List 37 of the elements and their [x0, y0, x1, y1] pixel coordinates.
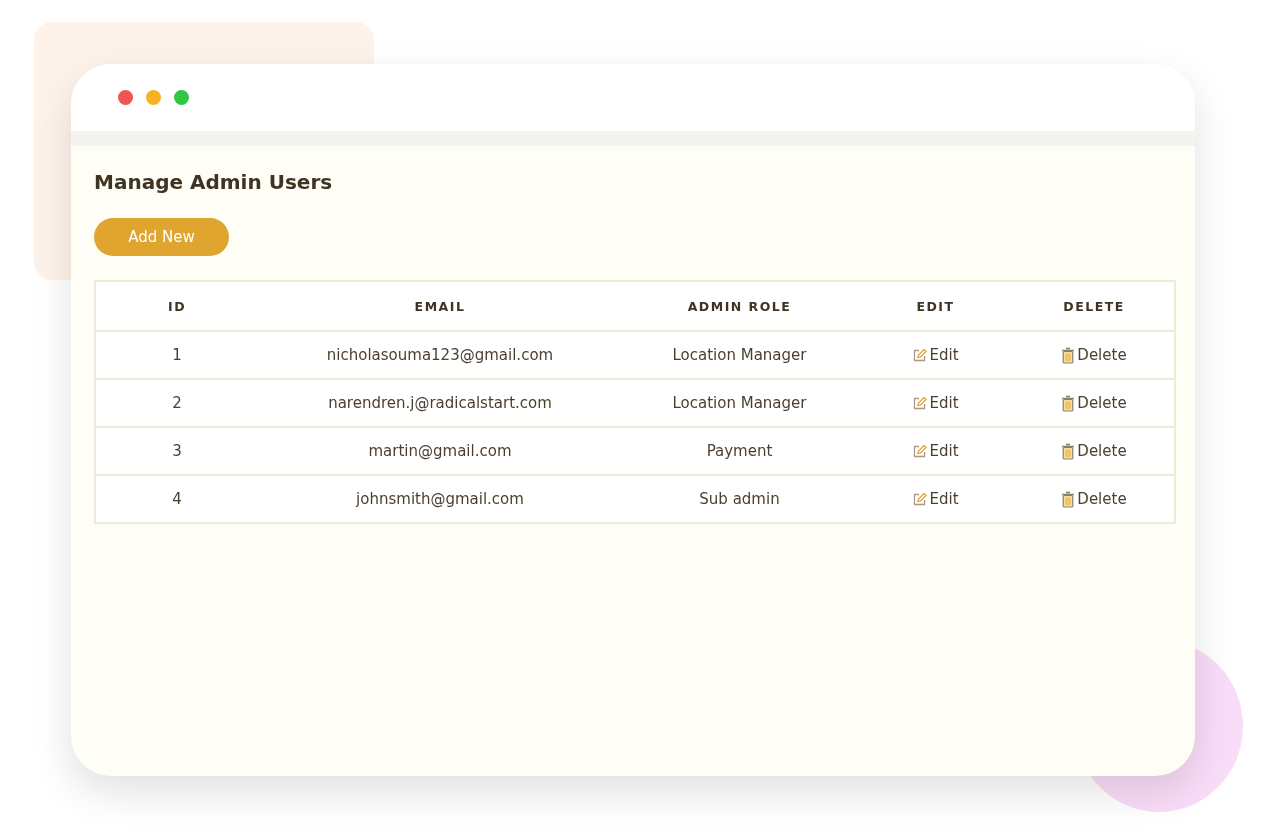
column-header: ADMIN ROLE	[687, 298, 792, 314]
table-cell: narendren.j@radicalstart.com	[328, 394, 552, 412]
edit-link[interactable]: Edit	[912, 394, 959, 412]
column-header: EDIT	[916, 298, 955, 314]
edit-icon	[912, 491, 928, 507]
column-header: EMAIL	[414, 298, 466, 314]
edit-icon	[912, 347, 928, 363]
edit-icon	[912, 395, 928, 411]
table-cell: johnsmith@gmail.com	[356, 490, 524, 508]
window-control-dot[interactable]	[174, 90, 189, 105]
window-control-dot[interactable]	[146, 90, 161, 105]
trash-icon	[1061, 346, 1076, 364]
delete-link[interactable]: Delete	[1061, 394, 1127, 412]
column-header: ID	[168, 298, 186, 314]
edit-link[interactable]: Edit	[912, 490, 959, 508]
trash-icon	[1061, 394, 1076, 412]
table-cell: Sub admin	[699, 490, 780, 508]
table-cell: 1	[172, 346, 182, 364]
table-cell: martin@gmail.com	[368, 442, 512, 460]
delete-link[interactable]: Delete	[1061, 346, 1127, 364]
edit-link[interactable]: Edit	[912, 346, 959, 364]
trash-icon	[1061, 442, 1076, 460]
table-cell: 2	[172, 394, 182, 412]
trash-icon	[1061, 490, 1076, 508]
table-cell: nicholasouma123@gmail.com	[326, 346, 554, 364]
edit-icon	[912, 443, 928, 459]
table-cell: 4	[172, 490, 182, 508]
delete-link[interactable]: Delete	[1061, 442, 1127, 460]
table-cell: Location Manager	[672, 394, 807, 412]
table-cell: Location Manager	[672, 346, 807, 364]
edit-link[interactable]: Edit	[912, 442, 959, 460]
window-control-dot[interactable]	[118, 90, 133, 105]
table-cell: Payment	[706, 442, 773, 460]
table-cell: 3	[172, 442, 182, 460]
delete-link[interactable]: Delete	[1061, 490, 1127, 508]
column-header: DELETE	[1063, 298, 1125, 314]
page-title: Manage Admin Users	[94, 170, 334, 194]
